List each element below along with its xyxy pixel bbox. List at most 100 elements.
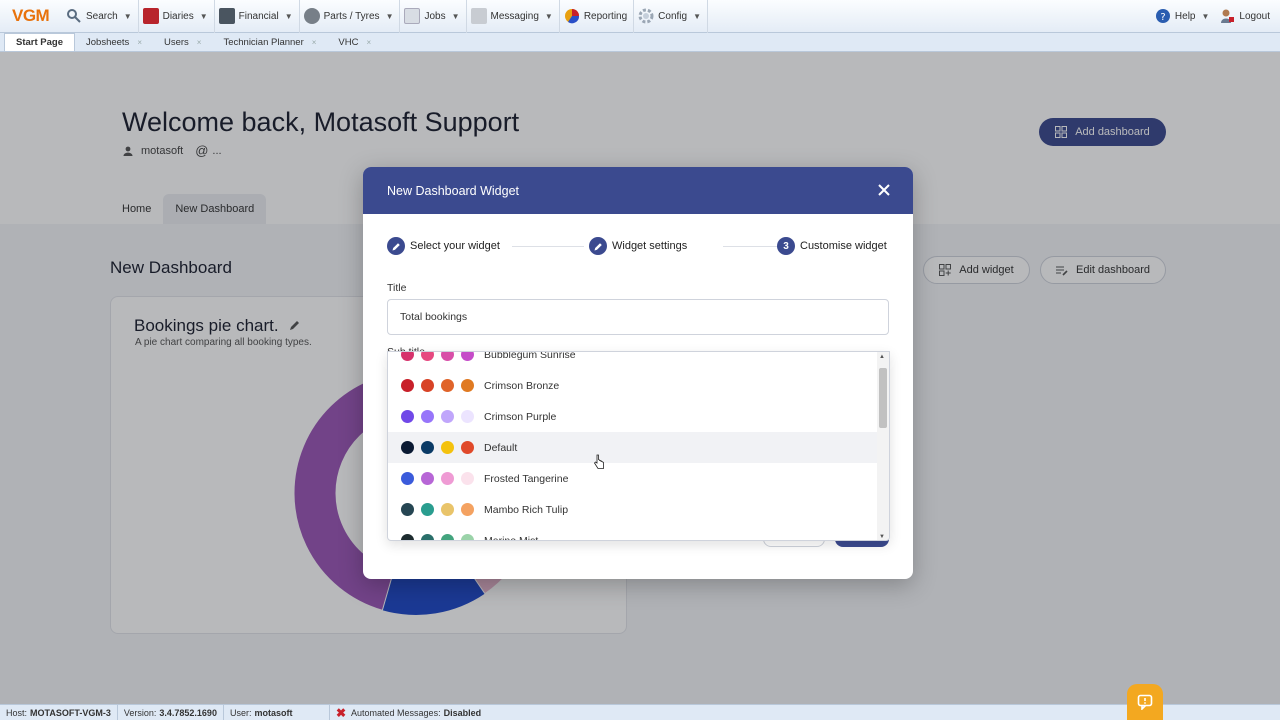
reporting-icon [564,9,579,24]
tab-technician-planner[interactable]: Technician Planner × [212,33,327,51]
title-input-value: Total bookings [400,311,468,323]
step-customise-widget[interactable]: 3 Customise widget [777,237,887,255]
chevron-down-icon: ▼ [385,11,394,21]
tab-jobsheets[interactable]: Jobsheets × [75,33,153,51]
color-swatch [461,379,474,392]
color-swatch [421,472,434,485]
chevron-down-icon: ▼ [1201,11,1210,21]
menu-logout-label: Logout [1239,10,1270,22]
gear-icon [638,8,654,24]
color-swatch [441,472,454,485]
color-swatch [441,410,454,423]
color-swatch [401,472,414,485]
palette-name: Default [484,441,518,454]
scroll-down-icon[interactable]: ▼ [879,534,885,540]
logout-icon [1221,9,1235,23]
color-swatch [441,379,454,392]
messaging-icon [470,8,487,24]
chevron-down-icon: ▼ [451,11,460,21]
color-swatch [441,534,454,540]
tab-label: Technician Planner [223,36,304,48]
auto-label: Automated Messages: [351,707,441,718]
color-swatch [441,503,454,516]
palette-name: Mambo Rich Tulip [484,503,569,516]
menu-help[interactable]: ? Help ▼ [1151,0,1216,33]
palette-option[interactable]: Marine Mist [388,525,878,540]
scroll-thumb[interactable] [879,368,887,428]
pencil-icon [589,237,607,255]
color-swatch [461,352,474,361]
close-icon[interactable]: × [137,38,142,47]
user-value: motasoft [254,707,293,718]
disabled-x-icon: ✖ [335,705,347,720]
modal-title: New Dashboard Widget [387,183,520,198]
palette-option[interactable]: Crimson Purple [388,401,878,432]
scroll-up-icon[interactable]: ▲ [879,354,885,360]
color-swatch [401,534,414,540]
title-input[interactable]: Total bookings [387,299,889,335]
close-icon[interactable]: × [312,38,317,47]
tab-vhc[interactable]: VHC × [327,33,382,51]
color-swatch [441,441,454,454]
color-swatch [421,441,434,454]
tab-label: Start Page [16,37,63,48]
menu-jobs[interactable]: Jobs ▼ [400,0,467,33]
menu-messaging[interactable]: Messaging ▼ [467,0,560,33]
step-label: Customise widget [800,240,887,252]
palette-option[interactable]: Crimson Bronze [388,370,878,401]
stepper: Select your widget Widget settings 3 Cus… [387,237,889,255]
color-swatch [421,379,434,392]
color-swatch [401,410,414,423]
step-widget-settings[interactable]: Widget settings [589,237,687,255]
color-swatch [421,534,434,540]
host-value: MOTASOFT-VGM-3 [30,707,111,718]
palette-option[interactable]: Frosted Tangerine [388,463,878,494]
step-connector [512,246,584,247]
step-select-widget[interactable]: Select your widget [387,237,500,255]
color-swatch [441,352,454,361]
color-swatch [421,410,434,423]
menu-logout[interactable]: Logout [1215,0,1280,33]
color-swatch [421,503,434,516]
palette-option[interactable]: Mambo Rich Tulip [388,494,878,525]
menu-search-label: Search [86,10,118,22]
close-icon[interactable]: × [197,38,202,47]
palette-option[interactable]: Bubblegum Sunrise [388,351,878,370]
menu-search[interactable]: Search ▼ [62,0,139,33]
color-swatch [401,441,414,454]
scrollbar[interactable]: ▲ ▼ [877,352,889,540]
menu-diaries-label: Diaries [162,10,194,22]
search-icon [67,9,81,23]
menu-parts-tyres[interactable]: Parts / Tyres ▼ [300,0,401,33]
menu-help-label: Help [1174,10,1196,22]
chat-icon [1137,694,1153,710]
chevron-down-icon: ▼ [284,11,293,21]
menu-financial-label: Financial [238,10,279,22]
menu-reporting[interactable]: Reporting [560,0,635,33]
tab-start-page[interactable]: Start Page [4,33,75,51]
menu-parts-label: Parts / Tyres [323,10,380,22]
status-user: User: motasoft [224,704,330,720]
menu-diaries[interactable]: Diaries ▼ [139,0,215,33]
help-icon: ? [1155,9,1170,23]
menu-config-label: Config [658,10,688,22]
palette-name: Crimson Bronze [484,379,560,392]
status-bar: Host: MOTASOFT-VGM-3 Version: 3.4.7852.169… [0,704,1280,720]
menu-messaging-label: Messaging [490,10,539,22]
menu-financial[interactable]: Financial ▼ [215,0,300,33]
close-icon[interactable]: × [366,38,371,47]
host-label: Host: [6,707,28,718]
color-swatch [461,410,474,423]
palette-name: Frosted Tangerine [484,472,569,485]
menu-config[interactable]: Config ▼ [634,0,708,33]
vgm-logo: VGM [12,6,50,25]
close-icon[interactable] [877,183,891,197]
tab-label: VHC [338,36,359,48]
chat-button[interactable] [1127,684,1163,720]
palette-option[interactable]: Default [388,432,878,463]
menu-jobs-label: Jobs [424,10,446,22]
color-swatch [401,503,414,516]
color-swatch [461,534,474,540]
palette-name: Bubblegum Sunrise [484,351,576,361]
tab-users[interactable]: Users × [153,33,212,51]
